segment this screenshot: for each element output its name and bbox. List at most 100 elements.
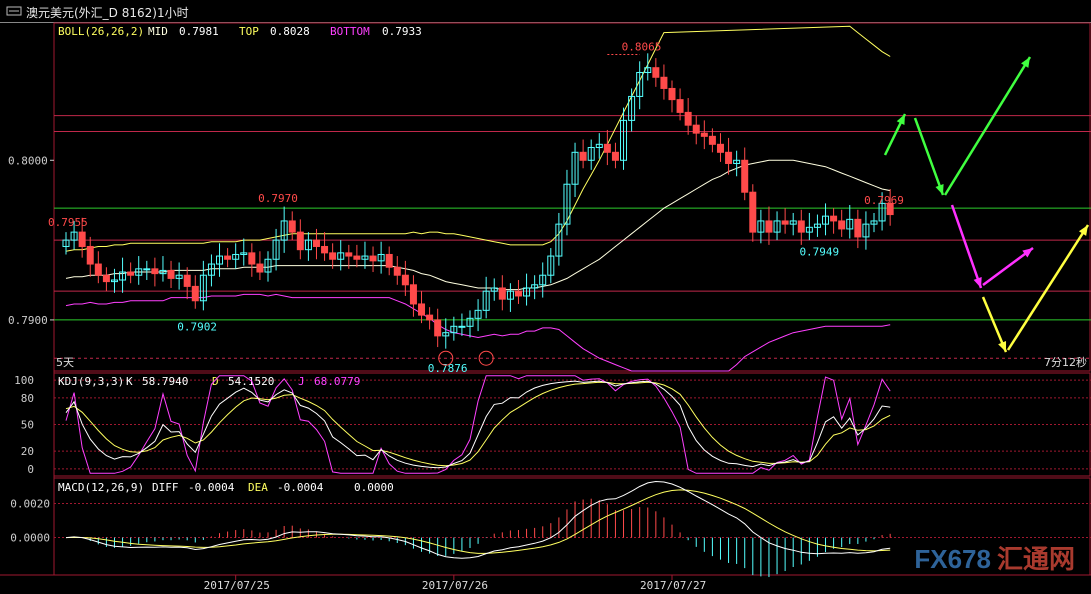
candle-body [660, 76, 668, 89]
candle-body [854, 218, 862, 238]
price-annotation: 0.7969 [864, 194, 904, 207]
candle-body [401, 274, 409, 286]
candle-body [797, 220, 805, 233]
price-tick-label: 0.7900 [8, 314, 48, 327]
candle-body [611, 151, 619, 161]
boll-legend-name: MID [148, 25, 168, 38]
kdj-tick-label: 100 [14, 374, 34, 387]
watermark: FX678 汇通网 [914, 539, 1075, 576]
kdj-tick-label: 50 [21, 419, 34, 432]
candle-body [385, 253, 393, 268]
kdj-label: KDJ(9,3,3) [58, 375, 124, 388]
candle-body [143, 268, 151, 271]
price-annotation: 0.7970 [258, 192, 298, 205]
macd-label: MACD(12,26,9) [58, 481, 144, 494]
candle-body [127, 271, 135, 276]
candle-body [749, 191, 757, 233]
candle-body [725, 151, 733, 164]
kdj-legend-name: D [212, 375, 219, 388]
price-annotation: 0.7949 [799, 246, 839, 259]
candle-body [700, 132, 708, 137]
forecast-arrow-magenta-down [950, 204, 983, 289]
candle-body [321, 245, 329, 254]
candle-body [183, 274, 191, 287]
candle-body [167, 269, 175, 279]
candle-body [708, 135, 716, 145]
candle-body [676, 99, 684, 113]
macd-tick-label: 0.0000 [10, 532, 50, 545]
candle-body [369, 255, 377, 262]
candle-body [296, 231, 304, 251]
candle-body [353, 255, 361, 260]
candle-body [652, 67, 660, 78]
candle-body [288, 220, 296, 233]
price-annotation: 0.8065 [622, 41, 662, 54]
candle-body [409, 284, 417, 305]
candle-body [668, 87, 676, 101]
forecast-arrow-yellow-up [1006, 224, 1090, 351]
candle-body [426, 314, 434, 321]
time-tick-label: 2017/07/26 [422, 579, 488, 592]
candle-body [191, 285, 199, 302]
boll-legend-value: 0.7933 [382, 25, 422, 38]
time-tick-label: 2017/07/25 [204, 579, 270, 592]
kdj-legend-name: J [298, 375, 305, 388]
price-tick-label: 0.8000 [8, 154, 48, 167]
candle-body [458, 325, 466, 328]
candle-body [684, 111, 692, 126]
macd-legend-name: DEA [248, 481, 268, 494]
candle-body [579, 151, 587, 161]
candle-body [741, 159, 749, 193]
kdj-legend-value: 68.0779 [314, 375, 360, 388]
candle-body [603, 143, 611, 153]
candle-body [781, 220, 789, 225]
time-tick-label: 2017/07/27 [640, 579, 706, 592]
candle-body [312, 239, 320, 247]
boll-legend-value: 0.8028 [270, 25, 310, 38]
kdj-legend-name: K [126, 375, 133, 388]
boll-legend-value: 0.7981 [179, 25, 219, 38]
candle-body [86, 245, 94, 265]
watermark-brand: FX678 [914, 544, 991, 574]
candle-body [830, 215, 838, 222]
boll-legend-name: TOP [239, 25, 259, 38]
price-annotation: 0.7902 [177, 321, 217, 334]
candle-body [692, 124, 700, 134]
kdj-legend-value: 58.7940 [142, 375, 188, 388]
candle-body [248, 252, 256, 265]
kdj-tick-label: 80 [21, 392, 34, 405]
candle-body [716, 143, 724, 153]
macd-dea-line [65, 489, 891, 554]
period-label: 5天 [56, 356, 74, 369]
forecast-arrow-magenta-down-head [973, 277, 982, 288]
candle-body [434, 319, 442, 337]
price-annotation: 0.7876 [428, 362, 468, 375]
macd-legend-value: -0.0004 [277, 481, 324, 494]
candle-body [418, 303, 426, 316]
boll-label: BOLL(26,26,2) [58, 25, 144, 38]
candle-body [94, 263, 102, 276]
kdj-tick-label: 20 [21, 445, 34, 458]
chart-canvas[interactable]: 0.8000 0.7900 0.7955 0.7970 0.7902 0.7876 0.80… [0, 0, 1091, 594]
candle-body [838, 220, 846, 230]
candle-body [345, 252, 353, 257]
candle-body [765, 220, 773, 233]
kdj-tick-label: 0 [27, 463, 34, 476]
candle-body [393, 266, 401, 276]
candle-body [78, 231, 86, 247]
macd-tick-label: 0.0020 [10, 498, 50, 511]
forecast-arrow-down [913, 117, 945, 196]
watermark-suffix: 汇通网 [996, 544, 1075, 574]
countdown-label: 7分12秒 [1044, 355, 1087, 369]
price-annotation: 0.7955 [48, 216, 88, 229]
candle-body [224, 255, 232, 260]
candle-body [151, 268, 159, 275]
kdj-legend-value: 54.1520 [228, 375, 274, 388]
candle-body [514, 290, 522, 297]
candle-body [329, 252, 337, 260]
candle-body [256, 263, 264, 273]
boll-top-line [65, 25, 891, 252]
candle-body [102, 274, 110, 283]
macd-legend-value: -0.0004 [188, 481, 235, 494]
macd-legend-value: 0.0000 [354, 481, 394, 494]
